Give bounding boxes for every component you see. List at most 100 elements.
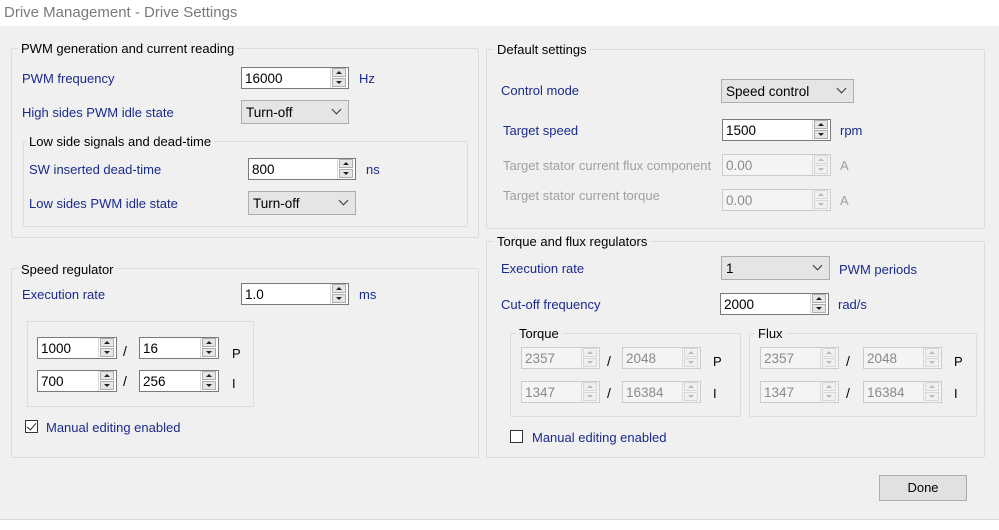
flux-i-slash: /: [846, 385, 850, 401]
torque-p-label: P: [713, 354, 722, 369]
speed-p-numerator[interactable]: 1000: [37, 337, 117, 359]
flux-component-spinner[interactable]: 0.00: [722, 154, 831, 176]
flux-i-numerator-value: 1347: [764, 385, 795, 400]
torque-p-denominator[interactable]: 2048: [622, 347, 701, 369]
spinner-down-icon[interactable]: [684, 358, 698, 367]
spinner-down-icon[interactable]: [814, 200, 828, 209]
flux-i-label: I: [954, 386, 958, 401]
spinner-down-icon[interactable]: [100, 381, 114, 390]
torque-i-denominator[interactable]: 16384: [622, 381, 701, 403]
spinner-down-icon[interactable]: [925, 392, 939, 401]
window-title: Drive Management - Drive Settings: [4, 4, 238, 21]
torque-subgroup-title: Torque: [516, 326, 562, 341]
speed-gains-box: [27, 321, 254, 407]
torque-p-numerator[interactable]: 2357: [521, 347, 600, 369]
spinner-up-icon[interactable]: [583, 382, 597, 391]
spinner-down-icon[interactable]: [814, 165, 828, 174]
spinner-up-icon[interactable]: [339, 159, 353, 168]
spinner-up-icon[interactable]: [684, 348, 698, 357]
flux-i-denominator-value: 16384: [867, 385, 905, 400]
spinner-down-icon[interactable]: [332, 294, 346, 303]
spinner-up-icon[interactable]: [814, 190, 828, 199]
spinner-down-icon[interactable]: [812, 304, 826, 313]
low-idle-value: Turn-off: [253, 196, 300, 211]
spinner-up-icon[interactable]: [822, 348, 836, 357]
speed-p-denominator[interactable]: 16: [139, 337, 219, 359]
spinner-down-icon[interactable]: [583, 358, 597, 367]
dead-time-label: SW inserted dead-time: [29, 162, 162, 177]
speed-manual-checkbox[interactable]: [25, 420, 38, 433]
chevron-down-icon: [836, 83, 847, 94]
spinner-up-icon[interactable]: [684, 382, 698, 391]
speed-i-denominator[interactable]: 256: [139, 370, 219, 392]
spinner-down-icon[interactable]: [583, 392, 597, 401]
target-speed-label: Target speed: [503, 123, 579, 138]
target-speed-unit: rpm: [840, 123, 863, 138]
spinner-up-icon[interactable]: [583, 348, 597, 357]
speed-i-numerator-value: 700: [41, 374, 64, 389]
high-idle-value: Turn-off: [246, 105, 293, 120]
control-mode-dropdown[interactable]: Speed control: [721, 79, 854, 103]
checkmark-icon: [26, 420, 37, 431]
speed-exec-rate-label: Execution rate: [22, 287, 106, 302]
flux-i-numerator[interactable]: 1347: [760, 381, 839, 403]
cutoff-spinner[interactable]: 2000: [720, 293, 829, 315]
spinner-down-icon[interactable]: [814, 130, 828, 139]
spinner-down-icon[interactable]: [925, 358, 939, 367]
spinner-up-icon[interactable]: [202, 371, 216, 380]
low-side-group: [23, 141, 468, 227]
low-idle-dropdown[interactable]: Turn-off: [248, 191, 356, 215]
dead-time-spinner[interactable]: 800: [248, 158, 356, 180]
high-idle-label: High sides PWM idle state: [22, 105, 174, 120]
chevron-down-icon: [338, 195, 349, 206]
torque-current-spinner[interactable]: 0.00: [722, 189, 831, 211]
flux-i-denominator[interactable]: 16384: [863, 381, 942, 403]
spinner-up-icon[interactable]: [100, 338, 114, 347]
bottom-strip: [0, 519, 999, 530]
tf-manual-checkbox[interactable]: [510, 430, 523, 443]
spinner-up-icon[interactable]: [100, 371, 114, 380]
done-button[interactable]: Done: [879, 475, 967, 501]
dead-time-unit: ns: [366, 162, 380, 177]
tf-exec-rate-dropdown[interactable]: 1: [721, 256, 830, 280]
flux-p-slash: /: [846, 353, 850, 369]
spinner-up-icon[interactable]: [814, 120, 828, 129]
spinner-down-icon[interactable]: [202, 381, 216, 390]
spinner-down-icon[interactable]: [822, 358, 836, 367]
spinner-up-icon[interactable]: [822, 382, 836, 391]
speed-exec-rate-unit: ms: [359, 287, 377, 302]
speed-p-label: P: [232, 346, 241, 361]
speed-i-numerator[interactable]: 700: [37, 370, 117, 392]
flux-p-numerator[interactable]: 2357: [760, 347, 839, 369]
spinner-up-icon[interactable]: [812, 294, 826, 303]
pwm-frequency-spinner[interactable]: 16000: [241, 67, 349, 89]
spinner-down-icon[interactable]: [100, 348, 114, 357]
spinner-up-icon[interactable]: [202, 338, 216, 347]
spinner-up-icon[interactable]: [925, 348, 939, 357]
spinner-up-icon[interactable]: [814, 155, 828, 164]
torque-current-unit: A: [840, 193, 849, 208]
torque-i-numerator[interactable]: 1347: [521, 381, 600, 403]
high-idle-dropdown[interactable]: Turn-off: [241, 100, 349, 124]
torque-i-label: I: [713, 386, 717, 401]
spinner-down-icon[interactable]: [822, 392, 836, 401]
tf-exec-rate-unit: PWM periods: [839, 262, 918, 277]
control-mode-label: Control mode: [501, 83, 580, 98]
torque-p-denominator-value: 2048: [626, 351, 657, 366]
speed-i-denominator-value: 256: [143, 374, 166, 389]
pwm-group-title: PWM generation and current reading: [18, 41, 238, 56]
low-idle-label: Low sides PWM idle state: [29, 196, 178, 211]
speed-exec-rate-spinner[interactable]: 1.0: [241, 283, 349, 305]
spinner-down-icon[interactable]: [332, 78, 346, 87]
spinner-down-icon[interactable]: [202, 348, 216, 357]
spinner-up-icon[interactable]: [332, 284, 346, 293]
flux-p-denominator[interactable]: 2048: [863, 347, 942, 369]
tf-manual-label: Manual editing enabled: [532, 430, 667, 445]
speed-p-slash: /: [123, 343, 127, 359]
spinner-up-icon[interactable]: [925, 382, 939, 391]
spinner-up-icon[interactable]: [332, 68, 346, 77]
target-speed-spinner[interactable]: 1500: [722, 119, 831, 141]
spinner-down-icon[interactable]: [339, 169, 353, 178]
spinner-down-icon[interactable]: [684, 392, 698, 401]
pwm-frequency-unit: Hz: [359, 71, 375, 86]
